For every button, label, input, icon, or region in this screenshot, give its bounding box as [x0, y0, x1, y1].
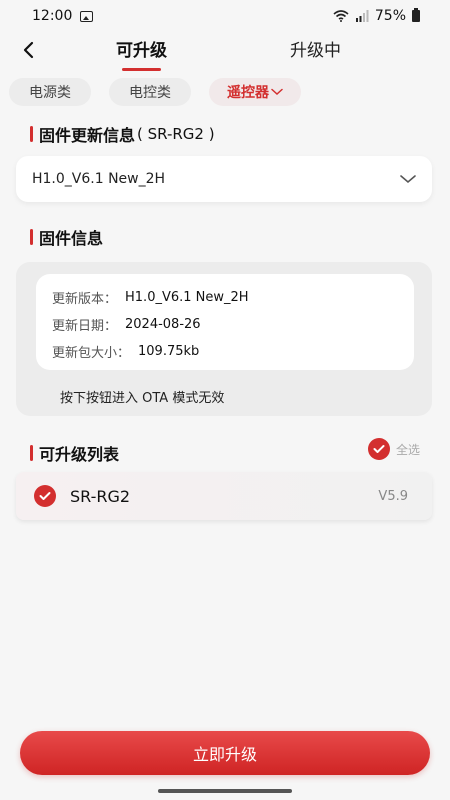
device-name: SR-RG2 [70, 486, 131, 506]
firmware-update-title: 固件更新信息 ( SR-RG2 ) [30, 122, 215, 146]
info-row-date: 更新日期： 2024-08-26 [52, 311, 398, 338]
ota-note: 按下按钮进入 OTA 模式无效 [60, 391, 225, 406]
select-all-label: 全选 [395, 442, 420, 457]
version-select[interactable]: H1.0_V6.1 New_2H [16, 156, 432, 202]
wifi-icon [333, 10, 349, 22]
info-label: 更新日期： [52, 319, 118, 334]
select-all-toggle[interactable]: 全选 [367, 438, 420, 460]
firmware-info-card: 更新版本： H1.0_V6.1 New_2H 更新日期： 2024-08-26 … [16, 262, 432, 416]
info-value: H1.0_V6.1 New_2H [125, 290, 249, 305]
home-indicator [158, 789, 292, 793]
upgrade-now-button[interactable]: 立即升级 [20, 731, 430, 775]
upgradable-list-title: 可升级列表 [30, 441, 119, 465]
status-left: 12:00 [32, 8, 94, 24]
status-right: 75% [333, 8, 420, 24]
category-chips: 电源类 电控类 遥控器 [9, 78, 301, 106]
chip-remote-control[interactable]: 遥控器 [209, 78, 301, 106]
firmware-info-title-text: 固件信息 [39, 229, 104, 248]
chip-label: 遥控器 [227, 85, 269, 101]
check-circle-icon [367, 438, 390, 460]
chip-electric-control[interactable]: 电控类 [109, 78, 191, 106]
device-version: V5.9 [378, 488, 408, 504]
signal-icon [355, 10, 369, 22]
status-time: 12:00 [32, 8, 73, 24]
tab-upgrading[interactable]: 升级中 [290, 36, 341, 61]
chip-label: 电源类 [29, 85, 71, 101]
version-select-value: H1.0_V6.1 New_2H [32, 171, 166, 187]
image-notification-icon [80, 10, 94, 22]
info-label: 更新版本： [52, 292, 118, 307]
info-row-size: 更新包大小： 109.75kb [52, 338, 398, 365]
battery-percent: 75% [374, 8, 406, 24]
battery-icon [412, 8, 420, 22]
info-label: 更新包大小： [52, 346, 131, 361]
list-item[interactable]: SR-RG2 V5.9 [16, 472, 432, 520]
firmware-info-details: 更新版本： H1.0_V6.1 New_2H 更新日期： 2024-08-26 … [36, 274, 414, 370]
firmware-info-title: 固件信息 [30, 225, 103, 249]
firmware-update-title-text: 固件更新信息 [39, 126, 136, 145]
status-bar: 12:00 75% [0, 0, 450, 32]
chevron-down-icon [400, 175, 416, 184]
check-circle-icon[interactable] [34, 485, 56, 507]
header: 可升级 升级中 [0, 32, 450, 72]
firmware-update-device: ( SR-RG2 ) [137, 125, 215, 143]
chevron-left-icon [23, 41, 34, 59]
upgradable-list-title-text: 可升级列表 [39, 445, 120, 464]
info-value: 2024-08-26 [125, 317, 201, 332]
info-row-version: 更新版本： H1.0_V6.1 New_2H [52, 284, 398, 311]
back-button[interactable] [14, 36, 42, 64]
tab-upgradable[interactable]: 可升级 [116, 36, 167, 71]
chevron-down-icon [271, 88, 283, 96]
chip-power[interactable]: 电源类 [9, 78, 91, 106]
info-value: 109.75kb [138, 344, 200, 359]
chip-label: 电控类 [129, 85, 171, 101]
